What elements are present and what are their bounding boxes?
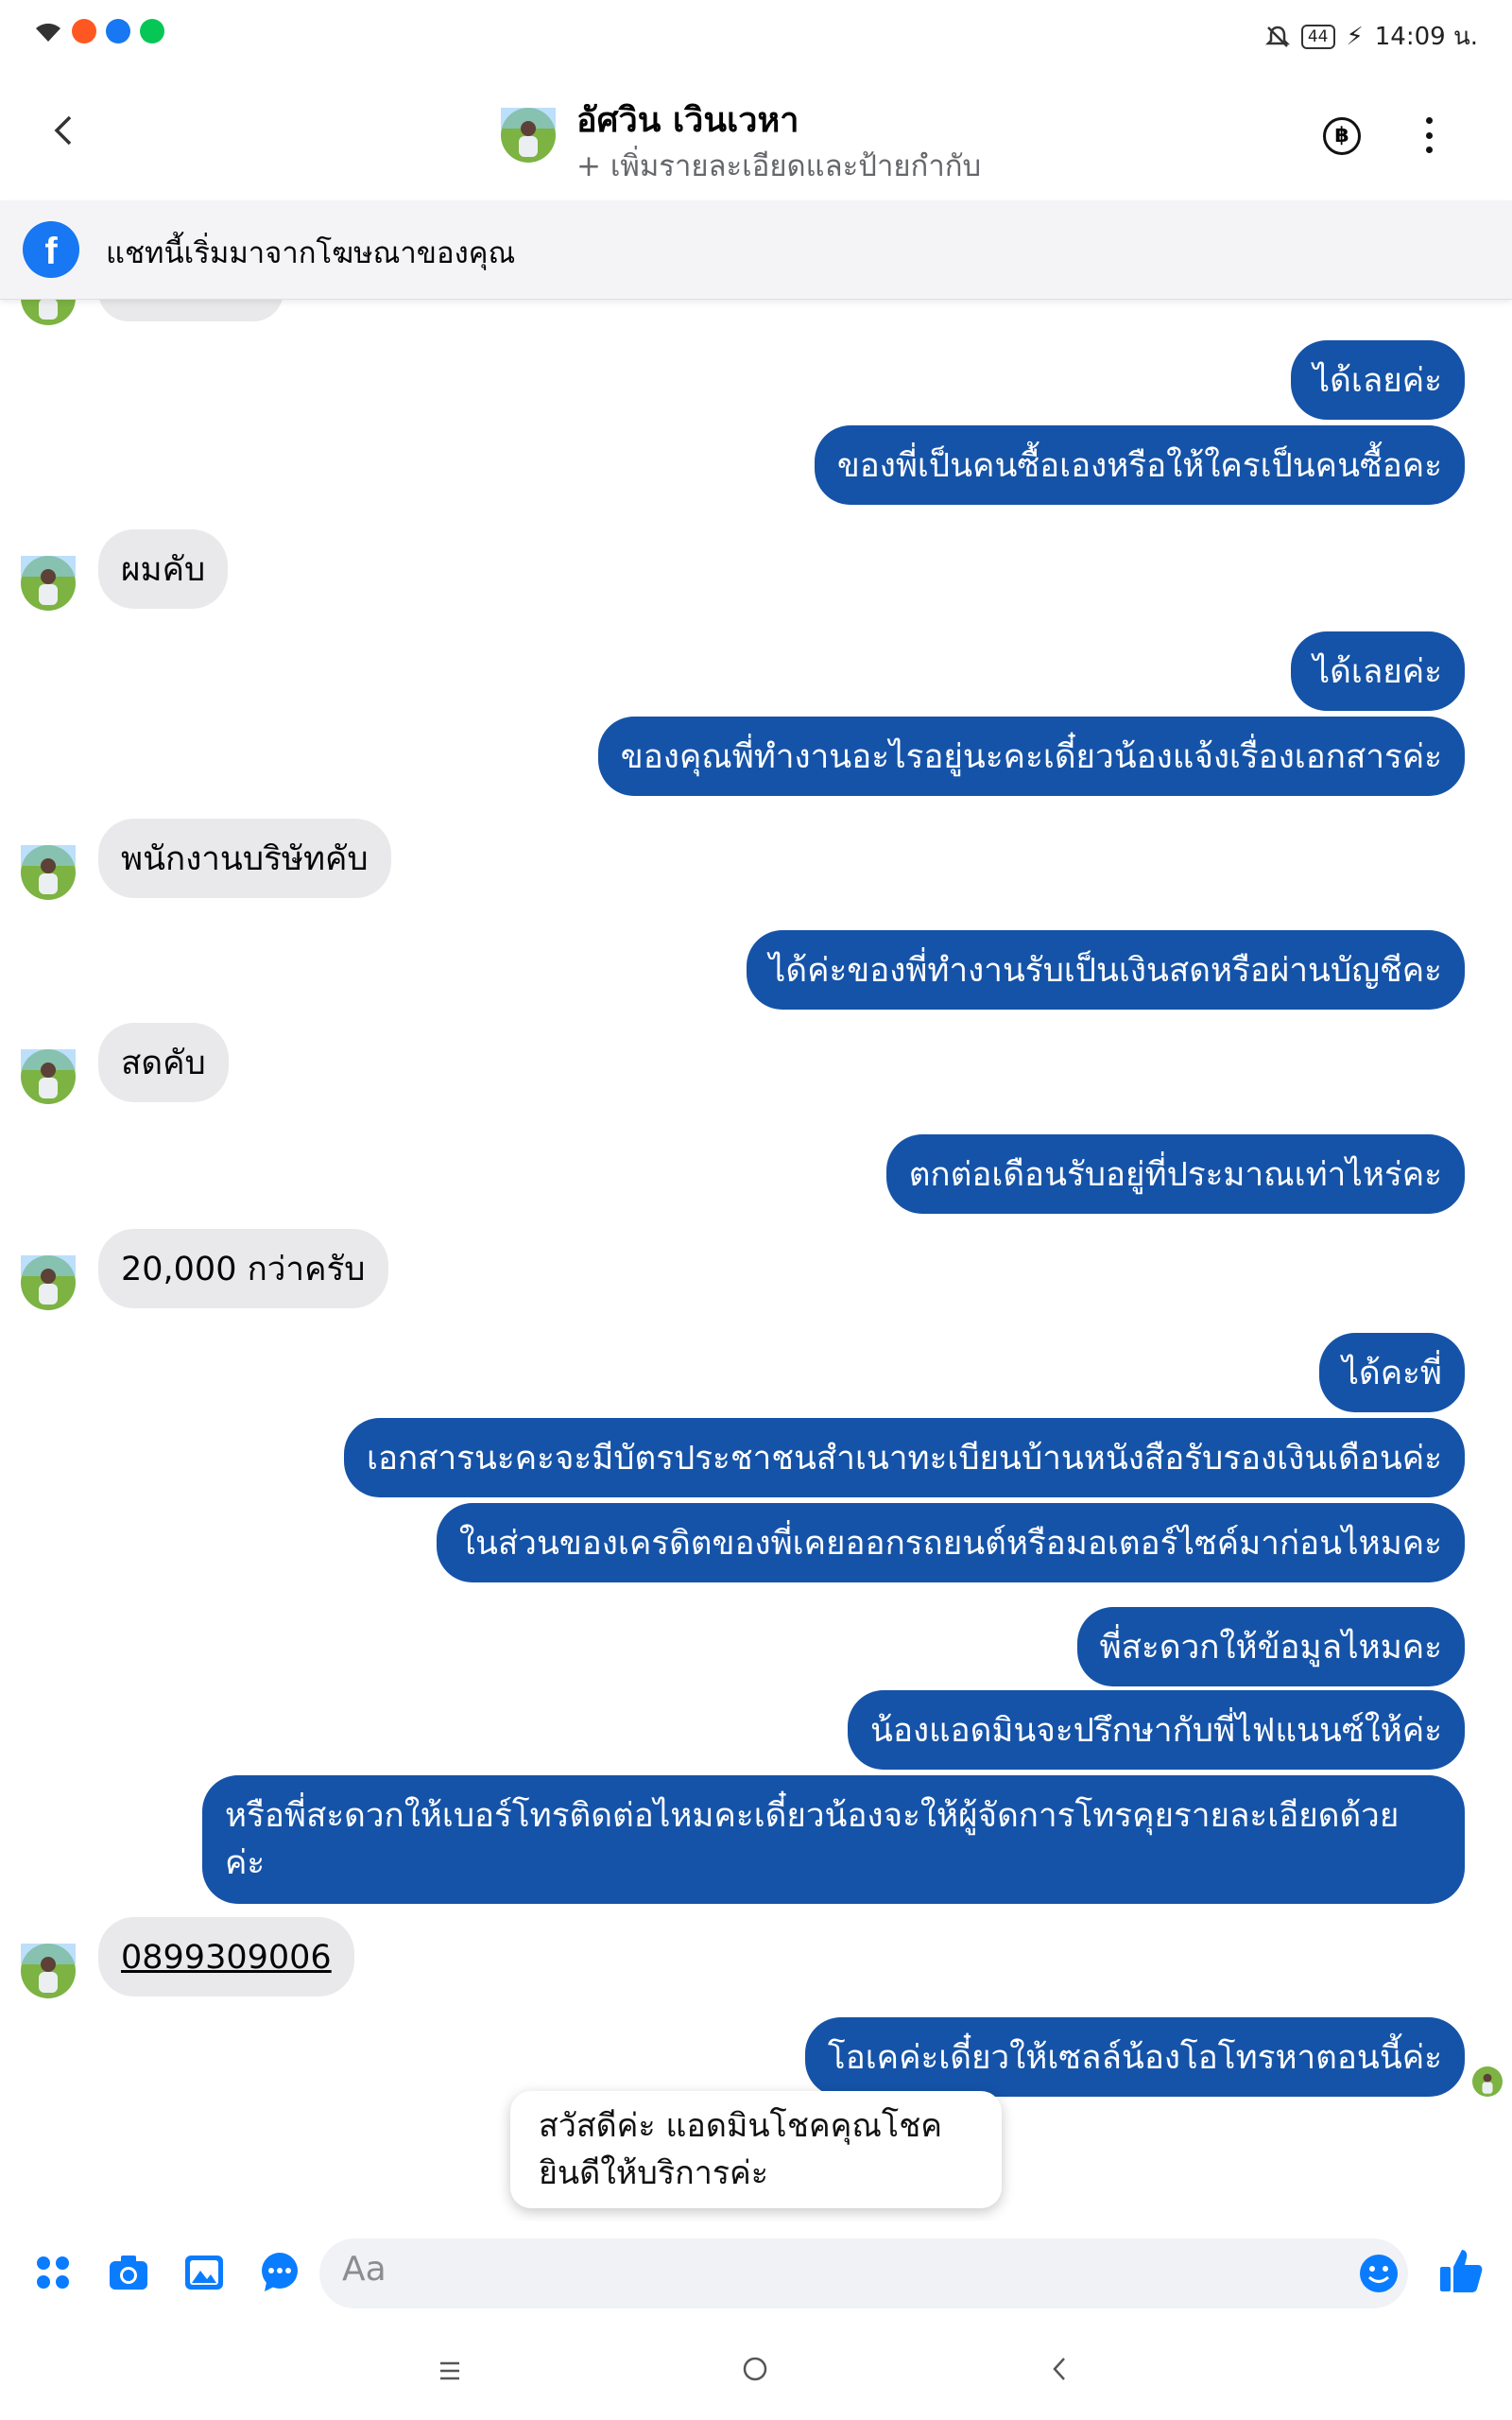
message-bubble-outgoing[interactable]: ได้เลยค่ะ xyxy=(1290,340,1465,420)
home-button[interactable] xyxy=(741,2354,769,2392)
chat-bubble-icon xyxy=(262,2253,298,2291)
app-notification-icon xyxy=(72,19,96,43)
status-icons-left xyxy=(34,19,164,43)
grid-icon xyxy=(37,2256,69,2289)
facebook-icon: f xyxy=(23,221,79,278)
sender-avatar xyxy=(21,1944,76,1998)
message-bubble-incoming[interactable]: สดคับ xyxy=(98,1023,229,1102)
message-text-line: หรือพี่สะดวกให้เบอร์โทรติดต่อไหมคะเดี๋ยว… xyxy=(225,1797,1400,1835)
message-text-line: ค่ะ xyxy=(225,1844,266,1882)
chevron-left-icon xyxy=(1053,2358,1065,2380)
sender-avatar xyxy=(21,556,76,611)
message-bubble-incoming[interactable]: พนักงานบริษัทคับ xyxy=(98,819,391,898)
camera-button[interactable] xyxy=(106,2250,151,2295)
system-navigation-bar xyxy=(0,2325,1512,2420)
message-input-placeholder: Aa xyxy=(342,2250,387,2289)
gallery-button[interactable] xyxy=(181,2250,227,2295)
chevron-left-icon xyxy=(54,115,72,146)
bell-off-icon xyxy=(1264,26,1290,47)
recent-apps-button[interactable] xyxy=(437,2354,463,2392)
chat-header: อัศวิน เวินเวหา + เพิ่มรายละเอียดและป้าย… xyxy=(0,66,1512,200)
seen-indicator-avatar xyxy=(1472,2066,1503,2097)
clock: 14:09 น. xyxy=(1374,23,1478,51)
sender-avatar xyxy=(21,1049,76,1104)
message-composer: Aa xyxy=(0,2221,1512,2325)
message-bubble-outgoing[interactable]: ตกต่อเดือนรับอยู่ที่ประมาณเท่าไหร่คะ xyxy=(885,1134,1465,1214)
camera-icon xyxy=(110,2256,147,2290)
battery-indicator: 44 xyxy=(1300,24,1335,49)
message-bubble-outgoing[interactable]: โอเคค่ะเดี๋ยวให้เซลล์น้องโอโทรหาตอนนี้ค่… xyxy=(804,2017,1465,2097)
message-bubble-outgoing[interactable]: ในส่วนของเครดิตของพี่เคยออกรถยนต์หรือมอเ… xyxy=(436,1503,1465,1582)
sender-avatar xyxy=(21,299,76,325)
sender-avatar xyxy=(21,1255,76,1310)
dot xyxy=(1425,147,1433,153)
add-details-link[interactable]: + เพิ่มรายละเอียดและป้ายกำกับ xyxy=(576,142,981,189)
menu-icon xyxy=(440,2361,459,2380)
message-bubble-outgoing[interactable]: ได้เลยค่ะ xyxy=(1290,631,1465,711)
status-icons-right: 44 ⚡ 14:09 น. xyxy=(1264,17,1478,56)
status-bar: 44 ⚡ 14:09 น. xyxy=(0,0,1512,66)
message-input[interactable]: Aa xyxy=(319,2238,1408,2308)
payment-button[interactable]: ฿ xyxy=(1323,117,1361,155)
message-bubble-outgoing[interactable]: หรือพี่สะดวกให้เบอร์โทรติดต่อไหมคะเดี๋ยว… xyxy=(202,1775,1465,1904)
back-nav-button[interactable] xyxy=(1049,2354,1070,2392)
messenger-notification-icon xyxy=(106,19,130,43)
quick-replies-button[interactable] xyxy=(257,2250,302,2295)
contact-avatar[interactable] xyxy=(501,108,556,163)
phone-number-link[interactable]: 0899309006 xyxy=(121,1939,332,1977)
more-options-button[interactable] xyxy=(1418,113,1440,157)
dot xyxy=(1425,131,1433,139)
emoji-icon[interactable] xyxy=(1357,2252,1400,2295)
line-notification-icon xyxy=(140,19,164,43)
message-bubble-outgoing[interactable]: ได้คะพี่ xyxy=(1319,1333,1465,1412)
ad-origin-banner: f แชทนี้เริ่มมาจากโฆษณาของคุณ xyxy=(0,200,1512,300)
message-bubble-outgoing[interactable]: น้องแอดมินจะปรึกษากับพี่ไฟแนนซ์ให้ค่ะ xyxy=(848,1690,1465,1770)
contact-name[interactable]: อัศวิน เวินเวหา xyxy=(576,93,799,147)
menu-grid-button[interactable] xyxy=(30,2250,76,2295)
thumbs-up-icon xyxy=(1440,2250,1483,2292)
wifi-icon xyxy=(36,23,60,42)
greeting-line: ยินดีให้บริการค่ะ xyxy=(539,2154,769,2192)
message-bubble-outgoing[interactable]: ของพี่เป็นคนซื้อเองหรือให้ใครเป็นคนซื้อค… xyxy=(814,425,1465,505)
ad-origin-text: แชทนี้เริ่มมาจากโฆษณาของคุณ xyxy=(106,236,516,270)
dot xyxy=(1425,117,1433,124)
greeting-message-preview[interactable]: สวัสดีค่ะ แอดมินโชคคุณโชค ยินดีให้บริการ… xyxy=(510,2091,1002,2208)
back-button[interactable] xyxy=(49,112,87,155)
message-bubble-incoming-partial[interactable] xyxy=(98,299,284,321)
image-icon xyxy=(185,2256,223,2290)
message-bubble-outgoing[interactable]: เอกสารนะคะจะมีบัตรประชาชนสำเนาทะเบียนบ้า… xyxy=(343,1418,1465,1497)
like-button[interactable] xyxy=(1438,2246,1484,2292)
message-bubble-incoming[interactable]: ผมคับ xyxy=(98,529,229,609)
message-bubble-outgoing[interactable]: พี่สะดวกให้ข้อมูลไหมคะ xyxy=(1076,1607,1465,1686)
greeting-line: สวัสดีค่ะ แอดมินโชคคุณโชค xyxy=(539,2107,943,2145)
message-list[interactable]: ได้เลยค่ะ ของพี่เป็นคนซื้อเองหรือให้ใครเ… xyxy=(0,299,1512,2221)
message-bubble-outgoing[interactable]: ของคุณพี่ทำงานอะไรอยู่นะคะเดี๋ยวน้องแจ้ง… xyxy=(597,717,1465,796)
message-bubble-incoming[interactable]: 0899309006 xyxy=(98,1917,354,1996)
message-bubble-outgoing[interactable]: ได้ค่ะของพี่ทำงานรับเป็นเงินสดหรือผ่านบั… xyxy=(746,930,1465,1010)
home-circle-icon xyxy=(743,2357,767,2381)
message-bubble-incoming[interactable]: 20,000 กว่าครับ xyxy=(98,1229,388,1308)
charging-icon: ⚡ xyxy=(1346,22,1364,51)
sender-avatar xyxy=(21,845,76,900)
